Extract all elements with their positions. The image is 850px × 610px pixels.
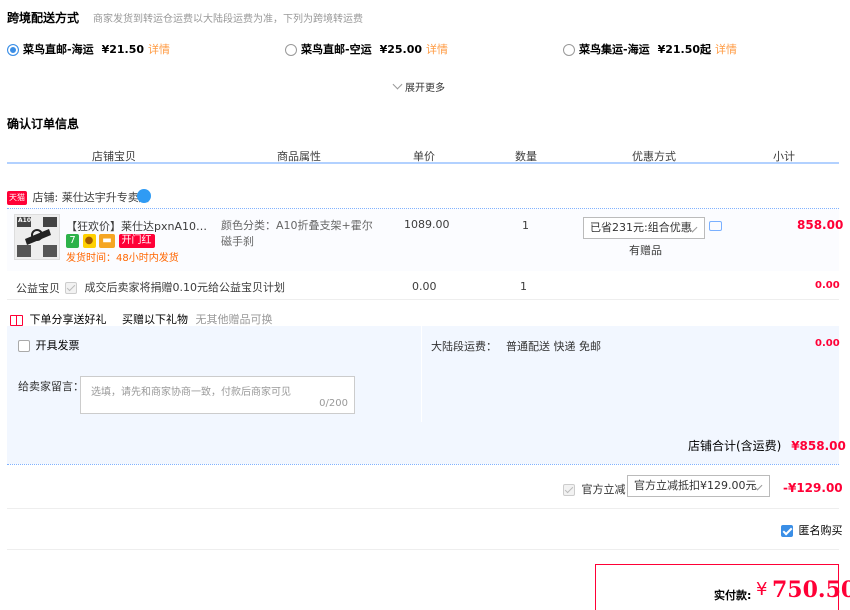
item-subtotal: 858.00 — [797, 218, 844, 232]
shipping-detail-link[interactable]: 详情 — [148, 43, 170, 56]
expand-more-label: 展开更多 — [405, 83, 445, 94]
official-discount-value: 官方立减抵扣¥129.00元 — [634, 479, 757, 492]
freight-method: 普通配送 快递 免邮 — [506, 340, 601, 353]
shipping-option-name: 菜鸟直邮-海运 — [23, 43, 94, 56]
product-thumbnail[interactable]: A10 — [14, 214, 60, 260]
charity-subtotal: 0.00 — [815, 280, 840, 291]
row-divider — [7, 508, 839, 509]
panel-divider — [421, 326, 422, 422]
tag-card-icon: ▬ — [99, 234, 115, 248]
official-discount-check: 官方立减 — [563, 481, 626, 497]
discount-select[interactable]: 已省231元:组合优惠 — [583, 217, 705, 239]
charity-label: 公益宝贝 — [16, 282, 60, 295]
wangwang-chat-icon[interactable] — [137, 189, 151, 203]
anonymous-row[interactable]: 匿名购买 — [781, 522, 843, 538]
freight-amount: 0.00 — [815, 338, 840, 349]
message-icon[interactable] — [709, 221, 722, 231]
payment-box: 实付款: ¥ 750.50 — [595, 564, 850, 610]
gift-row-label: 下单分享送好礼 — [29, 313, 107, 326]
official-discount-select[interactable]: 官方立减抵扣¥129.00元 — [627, 475, 770, 497]
gift-label: 有赠品 — [629, 244, 662, 257]
promo-badge: 开门红 — [118, 234, 155, 248]
freight-label: 大陆段运费： — [431, 340, 497, 353]
item-title[interactable]: 【狂欢价】莱仕达pxnA10方向... — [66, 218, 212, 234]
tmall-badge: 天猫 — [7, 191, 27, 205]
gift-row-sub: 买赠以下礼物 — [122, 313, 188, 326]
shop-name[interactable]: 店铺: 莱仕达宇升专卖店 — [33, 191, 150, 204]
expand-more-button[interactable]: 展开更多 — [392, 79, 445, 94]
gift-row: 下单分享送好礼 买赠以下礼物 无其他赠品可换 — [10, 311, 273, 327]
tag-guarantee-icon: ● — [82, 234, 96, 248]
shipping-title: 跨境配送方式 — [7, 11, 80, 25]
item-unit-price: 1089.00 — [404, 218, 450, 231]
radio-selected-icon[interactable] — [7, 44, 19, 56]
anonymous-checkbox[interactable] — [781, 525, 793, 537]
shop-row: 天猫 店铺: 莱仕达宇升专卖店 — [7, 189, 151, 205]
shop-total-amount: ¥858.00 — [791, 439, 846, 453]
shipping-option-3[interactable]: 菜鸟集运-海运 ¥21.50起 详情 — [563, 41, 737, 57]
header-divider — [7, 162, 839, 164]
shipping-option-price: ¥21.50起 — [657, 43, 712, 56]
message-label: 给卖家留言： — [18, 380, 84, 393]
payment-currency: ¥ — [756, 579, 768, 600]
message-input[interactable]: 选填，请先和商家协商一致，付款后商家可见 0/200 — [80, 376, 355, 414]
gift-box-icon — [10, 314, 23, 326]
payment-amount: 750.50 — [772, 577, 850, 603]
shipping-option-price: ¥21.50 — [101, 43, 145, 56]
shipping-option-price: ¥25.00 — [379, 43, 423, 56]
invoice-checkbox[interactable] — [18, 340, 30, 352]
shipping-detail-link[interactable]: 详情 — [715, 43, 737, 56]
chevron-down-icon — [392, 79, 403, 90]
row-divider — [7, 549, 839, 550]
radio-icon[interactable] — [563, 44, 575, 56]
radio-icon[interactable] — [285, 44, 297, 56]
item-tags: 7 ● ▬ 开门红 — [66, 234, 155, 248]
row-divider — [7, 299, 839, 300]
official-discount-amount: -¥129.00 — [783, 481, 843, 495]
invoice-label: 开具发票 — [35, 339, 80, 352]
shop-total-label: 店铺合计(含运费) — [688, 439, 782, 453]
anonymous-label: 匿名购买 — [798, 524, 843, 537]
charity-qty: 1 — [520, 280, 527, 293]
charity-price: 0.00 — [412, 280, 437, 293]
charity-text: 成交后卖家将捐赠0.10元给公益宝贝计划 — [84, 281, 286, 294]
item-attr: 颜色分类：A10折叠支架+霍尔磁手刹 — [221, 219, 373, 248]
charity-checkbox — [65, 282, 77, 294]
charity-row: 成交后卖家将捐赠0.10元给公益宝贝计划 — [65, 279, 285, 295]
dotted-divider — [7, 464, 839, 465]
shipping-detail-link[interactable]: 详情 — [426, 43, 448, 56]
message-placeholder: 选填，请先和商家协商一致，付款后商家可见 — [91, 387, 291, 398]
gift-row-none: 无其他赠品可换 — [195, 313, 273, 326]
shipping-note: 商家发货到转运仓运费以大陆段运费为准，下列为跨境转运费 — [93, 14, 363, 25]
order-title: 确认订单信息 — [7, 117, 80, 131]
thumb-text: A10 — [18, 217, 31, 224]
shipping-option-name: 菜鸟直邮-空运 — [301, 43, 372, 56]
payment-label: 实付款: — [714, 589, 752, 602]
invoice-row[interactable]: 开具发票 — [18, 337, 80, 353]
official-discount-checkbox — [563, 484, 575, 496]
shipping-option-2[interactable]: 菜鸟直邮-空运 ¥25.00 详情 — [285, 41, 448, 57]
official-discount-label: 官方立减 — [581, 483, 626, 496]
shop-total-row: 店铺合计(含运费) ¥858.00 — [688, 437, 846, 454]
tag-seven-day-icon: 7 — [66, 234, 79, 248]
delivery-time: 发货时间：48小时内发货 — [66, 253, 179, 264]
item-quantity: 1 — [522, 219, 529, 232]
discount-select-value: 已省231元:组合优惠 — [590, 221, 692, 234]
shipping-option-1[interactable]: 菜鸟直邮-海运 ¥21.50 详情 — [7, 41, 170, 57]
message-counter: 0/200 — [319, 398, 348, 409]
shipping-option-name: 菜鸟集运-海运 — [579, 43, 650, 56]
